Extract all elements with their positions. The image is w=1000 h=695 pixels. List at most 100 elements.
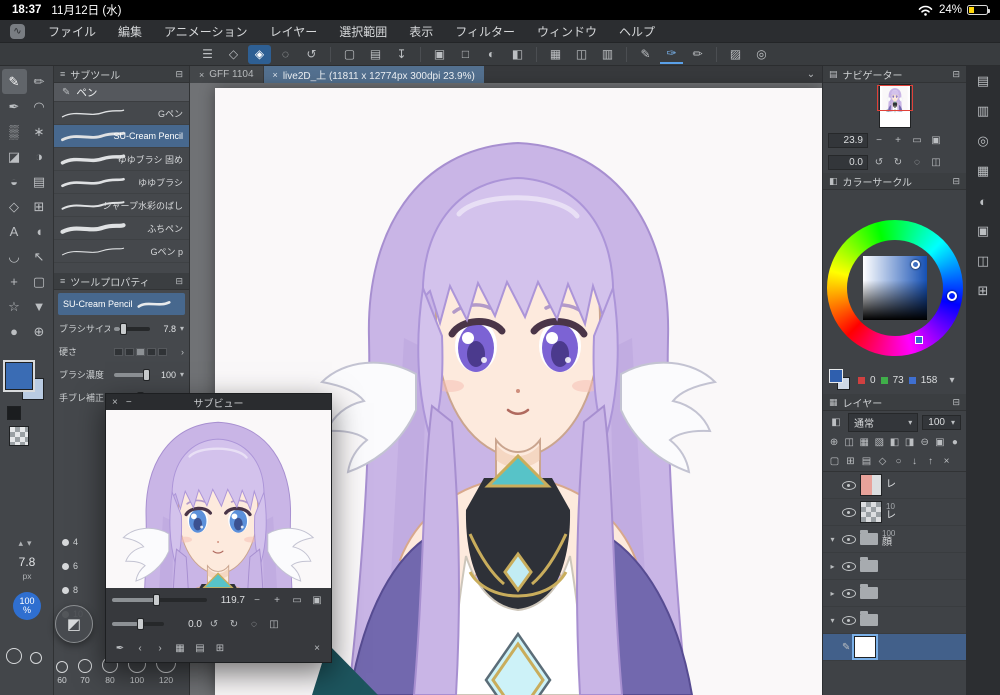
text-tool-icon[interactable]: A — [2, 219, 27, 244]
brush-item[interactable]: ふちペン — [54, 217, 189, 240]
rotate-ccw-icon[interactable]: ↺ — [206, 617, 222, 632]
size-preset[interactable]: 4 — [62, 537, 78, 547]
brush-item-selected[interactable]: SU-Cream Pencil — [54, 125, 189, 148]
new-canvas-icon[interactable]: ▢ — [338, 45, 361, 64]
material-icon[interactable]: ▨ — [724, 45, 747, 64]
hardness-expand-icon[interactable]: › — [181, 347, 184, 357]
layer-opacity[interactable]: 100 ▾ — [922, 414, 961, 430]
app-logo-icon[interactable]: ∿ — [10, 23, 25, 39]
sv-marker[interactable] — [911, 260, 920, 269]
transparent-color-swatch[interactable] — [9, 426, 29, 446]
delete-layer-icon[interactable]: × — [939, 454, 954, 469]
fit-screen-icon[interactable]: ▭ — [909, 133, 925, 148]
hardness-steps[interactable] — [114, 347, 177, 356]
main-menu-icon[interactable]: ☰ — [196, 45, 219, 64]
visibility-icon[interactable] — [842, 588, 856, 598]
subtool-group-tab[interactable]: ✎ ペン — [54, 83, 189, 102]
hue-marker[interactable] — [947, 291, 957, 301]
airbrush-tool-icon[interactable]: ▒ — [2, 119, 27, 144]
expand-icon[interactable]: ▸ — [827, 562, 838, 571]
select-all-icon[interactable]: ▣ — [428, 45, 451, 64]
operation-tool-icon[interactable]: ↖ — [27, 244, 52, 269]
flip-horizontal-icon[interactable]: ◫ — [928, 155, 944, 170]
collapse-icon[interactable]: ⊟ — [175, 69, 183, 80]
hand-tool-icon[interactable]: ● — [2, 319, 27, 344]
subview-header[interactable]: × − サブビュー — [106, 394, 331, 410]
canvas-tab-inactive[interactable]: × GFF 1104 — [190, 66, 263, 83]
visibility-icon[interactable] — [842, 507, 856, 517]
material-panel-icon[interactable]: ▥ — [973, 102, 993, 120]
panel-icon[interactable]: ◧ — [829, 176, 838, 187]
pencil-tool-icon[interactable]: ✏ — [27, 69, 52, 94]
info-icon[interactable]: ◎ — [750, 45, 773, 64]
brush-mode-icon[interactable]: ✑ — [660, 45, 683, 64]
actual-size-icon[interactable]: ▣ — [309, 593, 325, 608]
visibility-icon[interactable] — [842, 615, 856, 625]
current-subtool[interactable]: SU-Cream Pencil — [58, 293, 185, 315]
zoom-in-icon[interactable]: + — [890, 133, 906, 148]
lasso-icon[interactable]: ◌ — [274, 45, 297, 64]
remove-image-icon[interactable]: × — [309, 641, 325, 656]
color-set-panel-icon[interactable]: ▣ — [973, 222, 993, 240]
layer-row[interactable]: レ — [823, 472, 966, 499]
subview-image[interactable] — [106, 410, 331, 588]
collapse-icon[interactable]: ⊟ — [952, 69, 960, 80]
marker-tool-icon[interactable]: ✒ — [2, 94, 27, 119]
main-color-swatch[interactable] — [3, 360, 35, 392]
close-tab-icon[interactable]: × — [199, 70, 204, 80]
minimize-icon[interactable]: − — [126, 397, 132, 408]
navigator-panel-icon[interactable]: ◎ — [973, 132, 993, 150]
layer-op-icon[interactable]: ◨ — [903, 435, 917, 450]
menu-filter[interactable]: フィルター — [444, 20, 526, 42]
size-preset[interactable]: 6 — [62, 561, 78, 571]
snap-icon[interactable]: ◈ — [248, 44, 271, 64]
collapse-icon[interactable]: ⊟ — [952, 397, 960, 408]
brush-size-slider[interactable] — [114, 322, 150, 335]
brush-tool-icon[interactable]: ◠ — [27, 94, 52, 119]
subview-rotation-value[interactable]: 0.0 — [168, 619, 202, 630]
zoom-out-icon[interactable]: − — [249, 593, 265, 608]
eyedropper-tool-icon[interactable]: ▼ — [27, 294, 52, 319]
layer-row-selected[interactable]: ✎ — [823, 634, 966, 661]
layer-panel-icon[interactable]: ◫ — [973, 252, 993, 270]
grid-icon[interactable]: ▦ — [544, 45, 567, 64]
figure-tool-icon[interactable]: ◇ — [2, 194, 27, 219]
eyedropper-icon[interactable]: ✒ — [112, 641, 128, 656]
layer-folder-row[interactable]: ▸ — [823, 553, 966, 580]
quick-access-panel-icon[interactable]: ▤ — [973, 72, 993, 90]
brush-item[interactable]: ゆゆブラシ 固め — [54, 148, 189, 171]
brush-item[interactable]: Gペン p — [54, 240, 189, 263]
layer-op-icon[interactable]: ◧ — [887, 435, 901, 450]
add-image-icon[interactable]: ⊞ — [212, 641, 228, 656]
menu-selection[interactable]: 選択範囲 — [328, 20, 398, 42]
tab-list-icon[interactable]: ⌄ — [800, 66, 822, 83]
size-dropdown-icon[interactable]: ▾ — [180, 324, 184, 333]
next-image-icon[interactable]: › — [152, 641, 168, 656]
layer-op-icon[interactable]: ▤ — [859, 454, 874, 469]
layer-folder-row[interactable]: ▸ — [823, 580, 966, 607]
menu-view[interactable]: 表示 — [398, 20, 444, 42]
rotate-cw-icon[interactable]: ↻ — [226, 617, 242, 632]
visibility-icon[interactable] — [842, 534, 856, 544]
zoom-readout[interactable]: 100% — [13, 592, 41, 620]
merge-down-icon[interactable]: ↓ — [907, 454, 922, 469]
fit-icon[interactable]: ▭ — [289, 593, 305, 608]
menu-edit[interactable]: 編集 — [107, 20, 153, 42]
layer-op-icon[interactable]: ◫ — [842, 435, 856, 450]
guide-icon[interactable]: ◫ — [570, 45, 593, 64]
expand-icon[interactable]: ▸ — [827, 589, 838, 598]
menu-layer[interactable]: レイヤー — [259, 20, 329, 42]
edit-mode-icon[interactable]: ✏ — [686, 45, 709, 64]
transfer-icon[interactable]: ↑ — [923, 454, 938, 469]
layer-thumbnail[interactable] — [860, 501, 882, 523]
brush-item[interactable]: シャープ水彩のばし — [54, 194, 189, 217]
actual-size-icon[interactable]: ▣ — [928, 133, 944, 148]
layer-op-icon[interactable]: ● — [948, 435, 962, 450]
brush-item[interactable]: ゆゆブラシ — [54, 171, 189, 194]
crop-icon[interactable]: ◧ — [506, 45, 529, 64]
color-wheel-panel-icon[interactable]: ◐ — [973, 192, 993, 210]
layer-op-icon[interactable]: ◇ — [875, 454, 890, 469]
rotate-ccw-icon[interactable]: ↺ — [871, 155, 887, 170]
new-layer-icon[interactable]: ▢ — [827, 454, 842, 469]
size-preset[interactable]: 8 — [62, 585, 78, 595]
